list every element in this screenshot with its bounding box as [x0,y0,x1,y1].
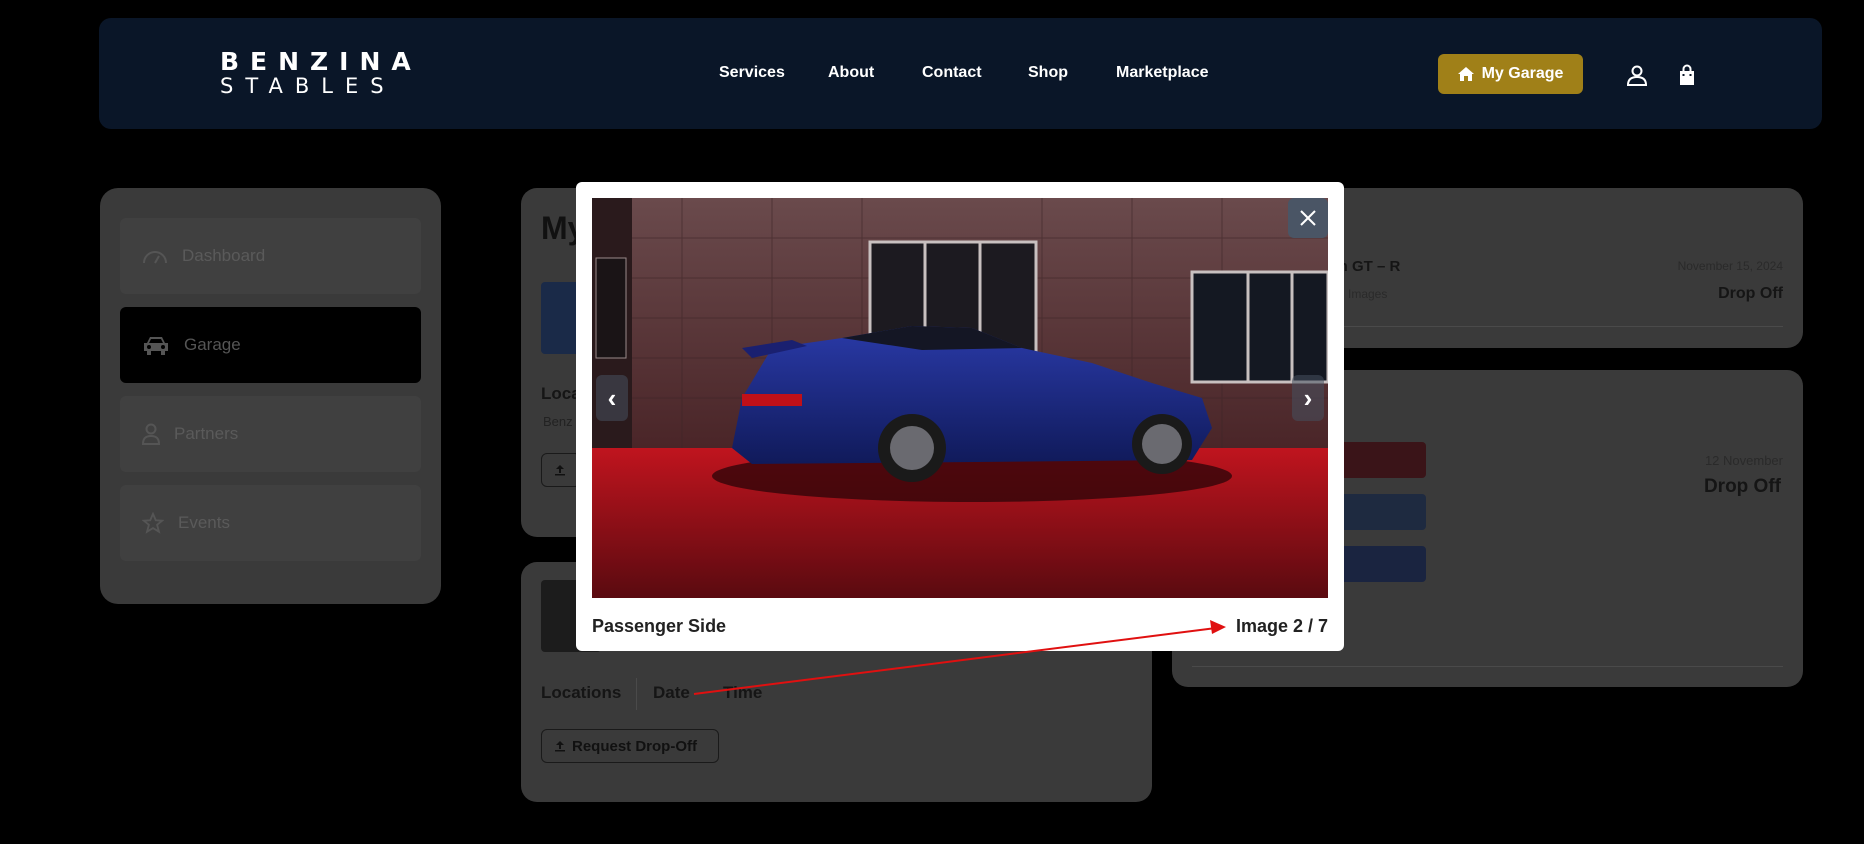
nav-contact[interactable]: Contact [922,64,982,82]
image-lightbox: ‹ › Passenger Side Image 2 / 7 [576,182,1344,651]
column-divider [636,678,637,710]
date-label: Date [653,683,690,702]
nav-about[interactable]: About [828,64,874,82]
site-header: BENZINA STABLES Services About Contact S… [99,18,1822,129]
image-caption: Passenger Side [592,616,727,636]
shopping-bag-icon[interactable] [1675,63,1699,87]
car-thumbnail[interactable] [541,282,581,354]
account-icon[interactable] [1625,63,1649,87]
nav-services[interactable]: Services [719,64,785,82]
image-counter: Image 2 / 7 [1235,616,1328,636]
gallery-thumbnail[interactable] [1332,494,1426,530]
nav-shop[interactable]: Shop [1028,64,1068,82]
chevron-left-icon: ‹ [607,382,617,413]
locations-label: Loca [541,384,581,403]
history-date: 12 November [1704,453,1783,468]
car-icon [144,337,168,355]
time-label: Time [723,683,763,702]
chevron-right-icon: › [1303,382,1313,413]
my-garage-label: My Garage [1481,65,1564,82]
car-photo [592,198,1328,598]
request-drop-off-button[interactable]: Request Drop-Off [541,729,719,763]
next-image-button[interactable]: › [1292,375,1324,421]
nav-marketplace[interactable]: Marketplace [1116,64,1209,82]
upload-icon [555,465,565,476]
previous-image-button[interactable]: ‹ [596,375,628,421]
sidebar-item-label: Partners [174,424,239,443]
sidebar-item-label: Events [178,513,230,532]
request-drop-off-label: Request Drop-Off [572,737,697,755]
gallery-thumbnail[interactable] [1332,442,1426,478]
close-button[interactable] [1288,198,1328,238]
my-garage-button[interactable]: My Garage [1438,54,1583,94]
home-icon [1457,67,1474,81]
appointment-status: Drop Off [1718,285,1783,302]
sidebar-item-label: Dashboard [182,246,266,265]
sidebar-item-garage[interactable]: Garage [120,307,421,383]
sidebar-item-label: Garage [184,335,241,354]
history-status: Drop Off [1703,476,1781,497]
sidebar-item-events[interactable]: Events [120,485,421,561]
sidebar: Dashboard Garage Partners Events [100,188,441,604]
upload-button[interactable] [541,453,581,487]
upload-icon [555,741,565,752]
sidebar-item-dashboard[interactable]: Dashboard [120,218,421,294]
locations-label: Locations [541,683,622,702]
sidebar-item-partners[interactable]: Partners [120,396,421,472]
car-photo-graphic [592,198,1328,598]
divider [1192,666,1783,667]
gauge-icon [143,251,167,264]
location-sub-text: Benz [543,414,573,429]
images-label: Images [1348,287,1388,301]
appointment-date: November 15, 2024 [1677,259,1783,273]
person-icon [142,423,160,445]
star-icon [142,512,164,534]
divider [1322,326,1783,327]
close-icon [1300,210,1316,226]
gallery-thumbnail[interactable] [1332,546,1426,582]
